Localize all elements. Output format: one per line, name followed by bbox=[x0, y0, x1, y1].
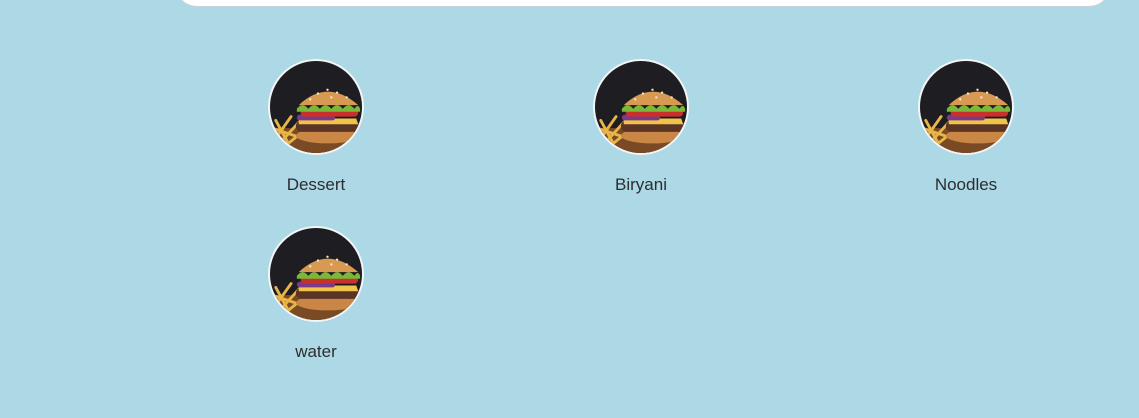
category-label: Dessert bbox=[286, 175, 346, 194]
burger-image-icon[interactable] bbox=[593, 59, 689, 155]
category-label: Biryani bbox=[615, 175, 667, 194]
burger-image-icon[interactable] bbox=[268, 226, 364, 322]
category-item-noodles[interactable]: Noodles bbox=[896, 59, 1036, 195]
category-label: Noodles bbox=[934, 175, 998, 194]
category-item-biryani[interactable]: Biryani bbox=[571, 59, 711, 195]
burger-image-icon[interactable] bbox=[268, 59, 364, 155]
search-bar[interactable] bbox=[174, 0, 1112, 7]
category-item-water[interactable]: water bbox=[246, 226, 386, 362]
category-label: water bbox=[295, 342, 337, 361]
page: Dessert Biryani Noodles water bbox=[0, 0, 1139, 418]
burger-image-icon[interactable] bbox=[918, 59, 1014, 155]
category-item-dessert[interactable]: Dessert bbox=[246, 59, 386, 195]
